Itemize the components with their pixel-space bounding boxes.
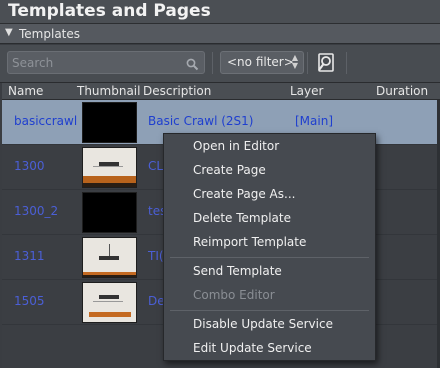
thumbnail [82, 102, 137, 143]
triangle-down-icon[interactable]: ▼ [5, 27, 13, 38]
table-header: Name Thumbnail Description Layer Duratio… [2, 83, 440, 100]
column-header-duration[interactable]: Duration [376, 84, 428, 98]
row-name: 1505 [14, 294, 45, 308]
updown-arrows-icon: ▲ ▼ [291, 53, 298, 70]
section-label: Templates [19, 27, 81, 41]
menu-item-create-page[interactable]: Create Page [164, 159, 375, 183]
row-name: 1300 [14, 159, 45, 173]
toolbar-divider [346, 52, 347, 74]
column-header-description[interactable]: Description [143, 84, 211, 98]
menu-item-disable-update-service[interactable]: Disable Update Service [164, 313, 375, 337]
panel-title: Templates and Pages [8, 1, 211, 21]
advanced-search-button[interactable] [313, 50, 339, 76]
row-description: CL [148, 159, 164, 173]
row-description: Basic Crawl (2S1) [148, 114, 254, 128]
templates-section-header[interactable]: ▼ Templates [0, 24, 440, 44]
column-header-layer[interactable]: Layer [290, 84, 323, 98]
toolbar-divider [212, 52, 213, 74]
panel-title-bar: Templates and Pages [0, 0, 440, 24]
menu-item-edit-update-service[interactable]: Edit Update Service [164, 337, 375, 361]
column-header-thumbnail[interactable]: Thumbnail [77, 84, 140, 98]
context-menu: Open in Editor Create Page Create Page A… [163, 133, 376, 361]
row-description: TI( [148, 249, 164, 263]
menu-item-delete-template[interactable]: Delete Template [164, 207, 375, 231]
menu-item-open-in-editor[interactable]: Open in Editor [164, 135, 375, 159]
thumbnail [82, 147, 137, 188]
row-name: 1300_2 [14, 204, 59, 218]
menu-separator [170, 257, 369, 258]
row-layer: [Main] [295, 114, 334, 128]
thumbnail [82, 192, 137, 233]
toolbar: <no filter> ▲▼ [0, 45, 440, 83]
menu-item-reimport-template[interactable]: Reimport Template [164, 231, 375, 255]
magnifier-icon[interactable] [186, 56, 199, 75]
column-header-name[interactable]: Name [8, 84, 43, 98]
thumbnail [82, 237, 137, 278]
menu-item-create-page-as[interactable]: Create Page As... [164, 183, 375, 207]
menu-separator [170, 310, 369, 311]
row-name: 1311 [14, 249, 45, 263]
thumbnail [82, 282, 137, 323]
row-name: basiccrawl [14, 114, 78, 128]
menu-item-combo-editor: Combo Editor [193, 288, 275, 302]
filter-dropdown[interactable]: <no filter> ▲ ▼ [220, 51, 304, 74]
filter-value: <no filter> [227, 55, 294, 69]
search-input[interactable] [12, 54, 182, 71]
menu-item-send-template[interactable]: Send Template [164, 260, 375, 284]
toolbar-divider [307, 52, 308, 74]
search-document-icon [318, 53, 334, 72]
search-box[interactable] [7, 51, 205, 74]
